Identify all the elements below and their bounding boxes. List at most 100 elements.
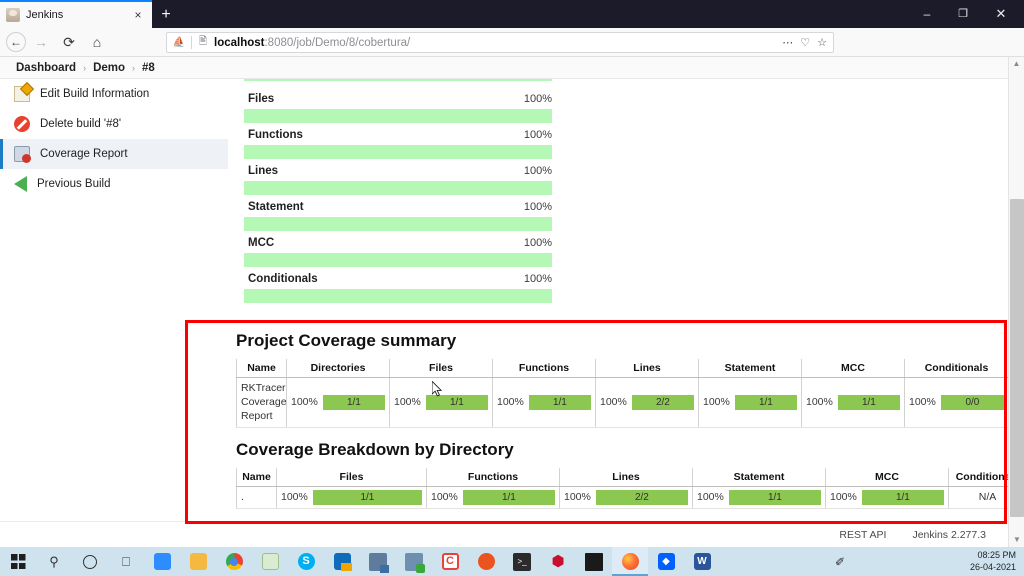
rest-api-link[interactable]: REST API <box>839 529 886 541</box>
coverage-bar-row: Files 100% <box>244 89 552 123</box>
directory-breakdown-title: Coverage Breakdown by Directory <box>236 439 514 459</box>
cell-name[interactable]: . <box>236 486 277 509</box>
skype-icon[interactable]: S <box>288 547 324 576</box>
address-bar[interactable]: ⛵ 🖹 localhost:8080/job/Demo/8/cobertura/… <box>166 32 834 53</box>
breadcrumb-item-build[interactable]: #8 <box>142 62 155 74</box>
dropbox-icon[interactable]: ◆ <box>648 547 684 576</box>
bookmark-star-icon[interactable]: ☆ <box>817 36 827 49</box>
column-header-conditionals[interactable]: Conditionals <box>904 359 1008 378</box>
clock-time: 08:25 PM <box>977 550 1016 561</box>
sidebar-item-edit-build-information[interactable]: Edit Build Information <box>0 79 228 109</box>
column-header-lines[interactable]: Lines <box>595 359 699 378</box>
window-close-button[interactable]: ✕ <box>984 0 1018 28</box>
home-icon[interactable]: ⌂ <box>84 29 110 55</box>
paint-icon[interactable] <box>252 547 288 576</box>
close-tab-icon[interactable]: × <box>130 7 146 23</box>
cell-ratio-bar: 1/1 <box>425 394 488 410</box>
cell-ratio-bar: 2/2 <box>631 394 694 410</box>
window-maximize-button[interactable]: ❐ <box>946 0 980 28</box>
cell-conditionals: 100% 0/0 <box>904 377 1008 428</box>
ubuntu-icon[interactable] <box>468 547 504 576</box>
coverage-bar-label: MCC <box>248 237 275 249</box>
remote-desktop-icon[interactable] <box>360 547 396 576</box>
sidebar-item-label: Edit Build Information <box>40 88 150 100</box>
cortana-icon[interactable] <box>72 547 108 576</box>
column-header-conditionals[interactable]: Conditionals <box>948 467 1008 487</box>
forward-icon[interactable]: → <box>28 29 54 55</box>
project-summary-table: Name Directories Files Functions Lines S… <box>236 359 1008 428</box>
sidebar-item-coverage-report[interactable]: Coverage Report <box>0 139 228 169</box>
column-header-statement[interactable]: Statement <box>692 467 826 487</box>
outlook-icon[interactable] <box>324 547 360 576</box>
search-icon[interactable]: ⚲ <box>36 547 72 576</box>
new-tab-button[interactable]: + <box>156 5 176 25</box>
coverage-bar-partial <box>244 79 552 81</box>
virtualbox-icon[interactable]: ⬢ <box>540 547 576 576</box>
cell-percent: 100% <box>281 491 308 504</box>
windows-taskbar: ⚲ ⎕ S C >_ ⬢ ◆ W ✐ 08:25 PM 26-04-2021 <box>0 547 1024 576</box>
breadcrumb-item-dashboard[interactable]: Dashboard <box>16 62 76 74</box>
sidebar-item-delete-build[interactable]: Delete build '#8' <box>0 109 228 139</box>
table-header-row: Name Directories Files Functions Lines S… <box>236 359 1008 378</box>
cell-lines: 100% 2/2 <box>595 377 699 428</box>
page-info-icon[interactable]: 🖹 <box>196 34 210 51</box>
firefox-icon[interactable] <box>612 547 648 576</box>
cell-ratio-bar: 1/1 <box>322 394 385 410</box>
window-minimize-button[interactable]: – <box>910 0 944 28</box>
column-header-statement[interactable]: Statement <box>698 359 802 378</box>
clion-icon[interactable]: C <box>432 547 468 576</box>
url-text: localhost:8080/job/Demo/8/cobertura/ <box>214 37 410 49</box>
word-icon[interactable]: W <box>684 547 720 576</box>
cell-ratio-bar: 1/1 <box>728 489 821 505</box>
shield-icon[interactable]: ⛵ <box>171 37 187 48</box>
scroll-down-arrow-icon[interactable]: ▼ <box>1009 533 1024 547</box>
cell-statement: 100% 1/1 <box>698 377 802 428</box>
coverage-bar-row: Lines 100% <box>244 161 552 195</box>
file-explorer-icon[interactable] <box>180 547 216 576</box>
coverage-bar-fill <box>244 109 552 123</box>
url-host: localhost <box>214 36 265 49</box>
column-header-mcc[interactable]: MCC <box>825 467 949 487</box>
secure-app-icon[interactable] <box>396 547 432 576</box>
cell-ratio-bar: 0/0 <box>940 394 1004 410</box>
main-content: Files 100% Functions 100% Lines 100% Sta… <box>228 79 1008 547</box>
chrome-icon[interactable] <box>216 547 252 576</box>
column-header-files[interactable]: Files <box>389 359 493 378</box>
column-header-lines[interactable]: Lines <box>559 467 693 487</box>
back-icon[interactable]: ← <box>6 32 26 52</box>
page-scrollbar[interactable]: ▲ ▼ <box>1008 57 1024 547</box>
start-button[interactable] <box>0 547 36 576</box>
column-header-directories[interactable]: Directories <box>286 359 390 378</box>
scrollbar-thumb[interactable] <box>1010 199 1024 517</box>
coverage-bar-fill <box>244 181 552 195</box>
terminal-icon[interactable]: >_ <box>504 547 540 576</box>
coverage-bar-fill <box>244 217 552 231</box>
column-header-functions[interactable]: Functions <box>426 467 560 487</box>
breadcrumb-item-demo[interactable]: Demo <box>93 62 125 74</box>
breadcrumb: Dashboard › Demo › #8 <box>0 57 1008 79</box>
breadcrumb-separator: › <box>83 62 87 73</box>
column-header-name[interactable]: Name <box>236 359 287 378</box>
more-actions-icon[interactable]: ⋯ <box>782 36 793 49</box>
scroll-up-arrow-icon[interactable]: ▲ <box>1009 57 1024 71</box>
task-view-icon[interactable]: ⎕ <box>108 547 144 576</box>
column-header-functions[interactable]: Functions <box>492 359 596 378</box>
coverage-bar-percent: 100% <box>523 129 552 141</box>
directory-breakdown-table: Name Files Functions Lines Statement MCC… <box>236 467 1008 509</box>
column-header-mcc[interactable]: MCC <box>801 359 905 378</box>
zoom-app-icon[interactable] <box>144 547 180 576</box>
delete-icon <box>14 116 30 132</box>
cell-name[interactable]: RKTracer Coverage Report <box>236 377 287 428</box>
coverage-bar-row: MCC 100% <box>244 233 552 267</box>
cell-percent: 100% <box>697 491 724 504</box>
taskbar-clock[interactable]: 08:25 PM 26-04-2021 <box>970 550 1024 573</box>
column-header-name[interactable]: Name <box>236 467 277 487</box>
console-icon[interactable] <box>576 547 612 576</box>
reload-icon[interactable]: ⟳ <box>56 29 82 55</box>
browser-tab[interactable]: Jenkins × <box>0 0 152 28</box>
column-header-files[interactable]: Files <box>276 467 427 487</box>
page-footer: REST API Jenkins 2.277.3 <box>0 521 1008 547</box>
pocket-icon[interactable]: ♡ <box>800 36 810 49</box>
pen-icon[interactable]: ✐ <box>835 555 845 569</box>
sidebar-item-previous-build[interactable]: Previous Build <box>0 169 228 199</box>
